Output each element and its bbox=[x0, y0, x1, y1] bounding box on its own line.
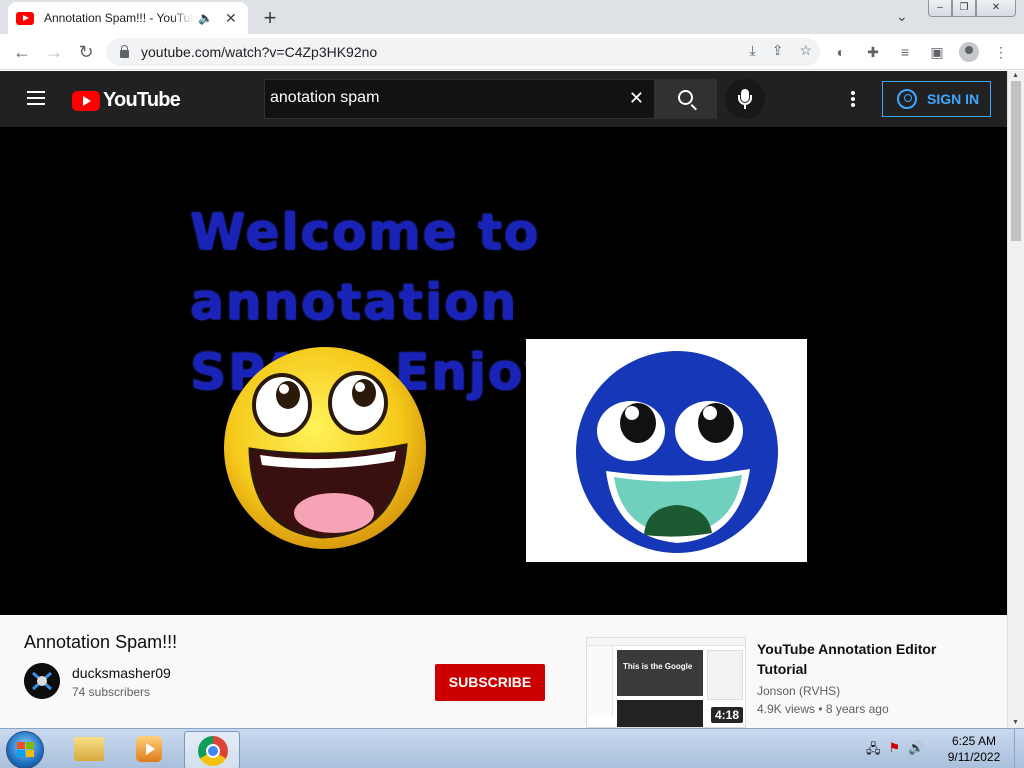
media-controls-icon[interactable]: ≡ bbox=[894, 40, 916, 64]
taskbar-clock[interactable]: 6:25 AM 9/11/2022 bbox=[936, 733, 1012, 765]
blue-smiley-face bbox=[576, 351, 778, 553]
youtube-logo-text: YouTube bbox=[103, 89, 181, 111]
youtube-favicon-icon bbox=[16, 11, 34, 25]
page-scrollbar[interactable]: ▲ ▼ bbox=[1007, 71, 1024, 728]
tab-title: Annotation Spam!!! - YouTube bbox=[44, 11, 194, 25]
youtube-header: YouTube ✕ SIGN IN bbox=[0, 71, 1007, 127]
speaker-icon[interactable]: 🔈 bbox=[198, 11, 213, 25]
side-panel-icon[interactable]: ▣ bbox=[926, 40, 948, 64]
profile-avatar-icon[interactable] bbox=[958, 40, 980, 64]
search-button[interactable] bbox=[654, 79, 717, 119]
close-window-button[interactable]: ✕ bbox=[976, 0, 1016, 17]
puzzle-icon[interactable]: ✚ bbox=[862, 40, 884, 64]
user-account-icon bbox=[897, 89, 917, 109]
search-icon bbox=[678, 90, 693, 105]
sign-in-button[interactable]: SIGN IN bbox=[882, 81, 991, 117]
recommended-video-meta: 4.9K views • 8 years ago bbox=[757, 702, 889, 716]
view-count: 4.9K views bbox=[757, 702, 816, 716]
lock-icon[interactable] bbox=[120, 45, 129, 58]
install-icon[interactable]: ⤓ bbox=[750, 42, 756, 59]
upload-age: 8 years ago bbox=[825, 702, 889, 716]
forward-arrow-icon[interactable]: → bbox=[42, 40, 66, 64]
yellow-smiley-face bbox=[224, 347, 426, 549]
share-icon[interactable]: ⇪ bbox=[772, 42, 784, 59]
bookmark-star-icon[interactable]: ☆ bbox=[799, 42, 812, 59]
url-text[interactable]: youtube.com/watch?v=C4Zp3HK92no bbox=[141, 44, 377, 60]
video-duration: 4:18 bbox=[710, 707, 743, 723]
microphone-icon bbox=[738, 89, 752, 105]
scrollbar-thumb[interactable] bbox=[1011, 81, 1021, 241]
back-arrow-icon[interactable]: ← bbox=[10, 40, 34, 64]
omnibox-actions: ⤓ ⇪ ☆ bbox=[750, 42, 813, 59]
minimize-button[interactable]: – bbox=[928, 0, 952, 17]
thumbnail-video-frame bbox=[617, 650, 703, 696]
network-icon[interactable]: 🖧 bbox=[866, 740, 881, 762]
recommended-video-thumbnail[interactable]: This is the Google 4:18 bbox=[586, 637, 746, 728]
recommended-channel-name[interactable]: Jonson (RVHS) bbox=[757, 684, 840, 698]
reload-icon[interactable]: ↻ bbox=[74, 40, 98, 64]
recommended-video-title[interactable]: YouTube Annotation Editor Tutorial bbox=[757, 639, 957, 679]
extension-icon[interactable]: ◐ bbox=[830, 40, 852, 64]
volume-icon[interactable]: 🔊 bbox=[908, 740, 924, 762]
screen: Annotation Spam!!! - YouTube 🔈 ✕ + ⌄ – ❐… bbox=[0, 0, 1024, 768]
taskbar-chrome[interactable] bbox=[184, 731, 240, 768]
browser-toolbar: ← → ↻ youtube.com/watch?v=C4Zp3HK92no ⤓ … bbox=[0, 34, 1024, 70]
thumbnail-caption: This is the Google bbox=[623, 662, 693, 671]
subscribe-button[interactable]: SUBSCRIBE bbox=[435, 664, 545, 701]
search-input[interactable] bbox=[270, 89, 620, 107]
scroll-down-arrow-icon[interactable]: ▼ bbox=[1012, 719, 1019, 726]
more-menu-icon[interactable]: ⋮ bbox=[990, 40, 1012, 64]
address-bar[interactable]: youtube.com/watch?v=C4Zp3HK92no ⤓ ⇪ ☆ bbox=[106, 38, 820, 66]
video-text-line1: Welcome to annotation bbox=[190, 203, 541, 331]
windows-taskbar: 🖧 ⚑ 🔊 6:25 AM 9/11/2022 bbox=[0, 728, 1024, 768]
youtube-logo[interactable]: YouTube bbox=[72, 89, 181, 112]
folder-icon bbox=[74, 737, 104, 761]
video-player[interactable]: Welcome to annotation SPAM. Enjoy! bbox=[0, 127, 1007, 615]
taskbar-media-player[interactable] bbox=[122, 731, 178, 768]
new-tab-button[interactable]: + bbox=[258, 5, 282, 31]
scroll-up-arrow-icon[interactable]: ▲ bbox=[1012, 72, 1019, 79]
youtube-play-icon bbox=[72, 90, 100, 111]
system-tray: 🖧 ⚑ 🔊 bbox=[866, 740, 924, 762]
show-desktop-button[interactable] bbox=[1014, 729, 1024, 768]
browser-tab[interactable]: Annotation Spam!!! - YouTube 🔈 ✕ bbox=[8, 2, 248, 34]
meta-separator: • bbox=[818, 702, 826, 716]
voice-search-button[interactable] bbox=[725, 79, 765, 119]
channel-name[interactable]: ducksmasher09 bbox=[72, 665, 171, 681]
windows-logo-icon bbox=[17, 742, 35, 758]
restore-button[interactable]: ❐ bbox=[952, 0, 976, 17]
chrome-icon bbox=[198, 736, 228, 766]
close-tab-icon[interactable]: ✕ bbox=[225, 10, 237, 27]
window-controls: – ❐ ✕ bbox=[928, 0, 1016, 17]
settings-more-icon[interactable] bbox=[851, 91, 855, 109]
taskbar-explorer[interactable] bbox=[62, 731, 118, 768]
blue-smiley-frame bbox=[526, 339, 807, 562]
subscriber-count: 74 subscribers bbox=[72, 685, 151, 699]
video-title: Annotation Spam!!! bbox=[24, 632, 178, 652]
tab-search-icon[interactable]: ⌄ bbox=[896, 8, 908, 25]
media-player-icon bbox=[136, 736, 162, 762]
clear-search-icon[interactable]: ✕ bbox=[629, 88, 644, 109]
browser-tab-bar: Annotation Spam!!! - YouTube 🔈 ✕ + ⌄ – ❐… bbox=[0, 0, 1024, 34]
hamburger-menu-icon[interactable] bbox=[27, 91, 45, 105]
channel-avatar[interactable] bbox=[24, 663, 60, 699]
sign-in-label: SIGN IN bbox=[927, 91, 980, 107]
clock-time: 6:25 AM bbox=[951, 734, 997, 748]
clock-date: 9/11/2022 bbox=[947, 750, 1001, 764]
start-button[interactable] bbox=[6, 731, 44, 768]
search-box[interactable]: ✕ bbox=[264, 79, 654, 119]
video-info-area: Annotation Spam!!! ducksmasher09 74 subs… bbox=[0, 615, 1007, 728]
action-center-icon[interactable]: ⚑ bbox=[889, 740, 901, 762]
extension-icons: ◐ ✚ ≡ ▣ ⋮ bbox=[830, 40, 1012, 64]
